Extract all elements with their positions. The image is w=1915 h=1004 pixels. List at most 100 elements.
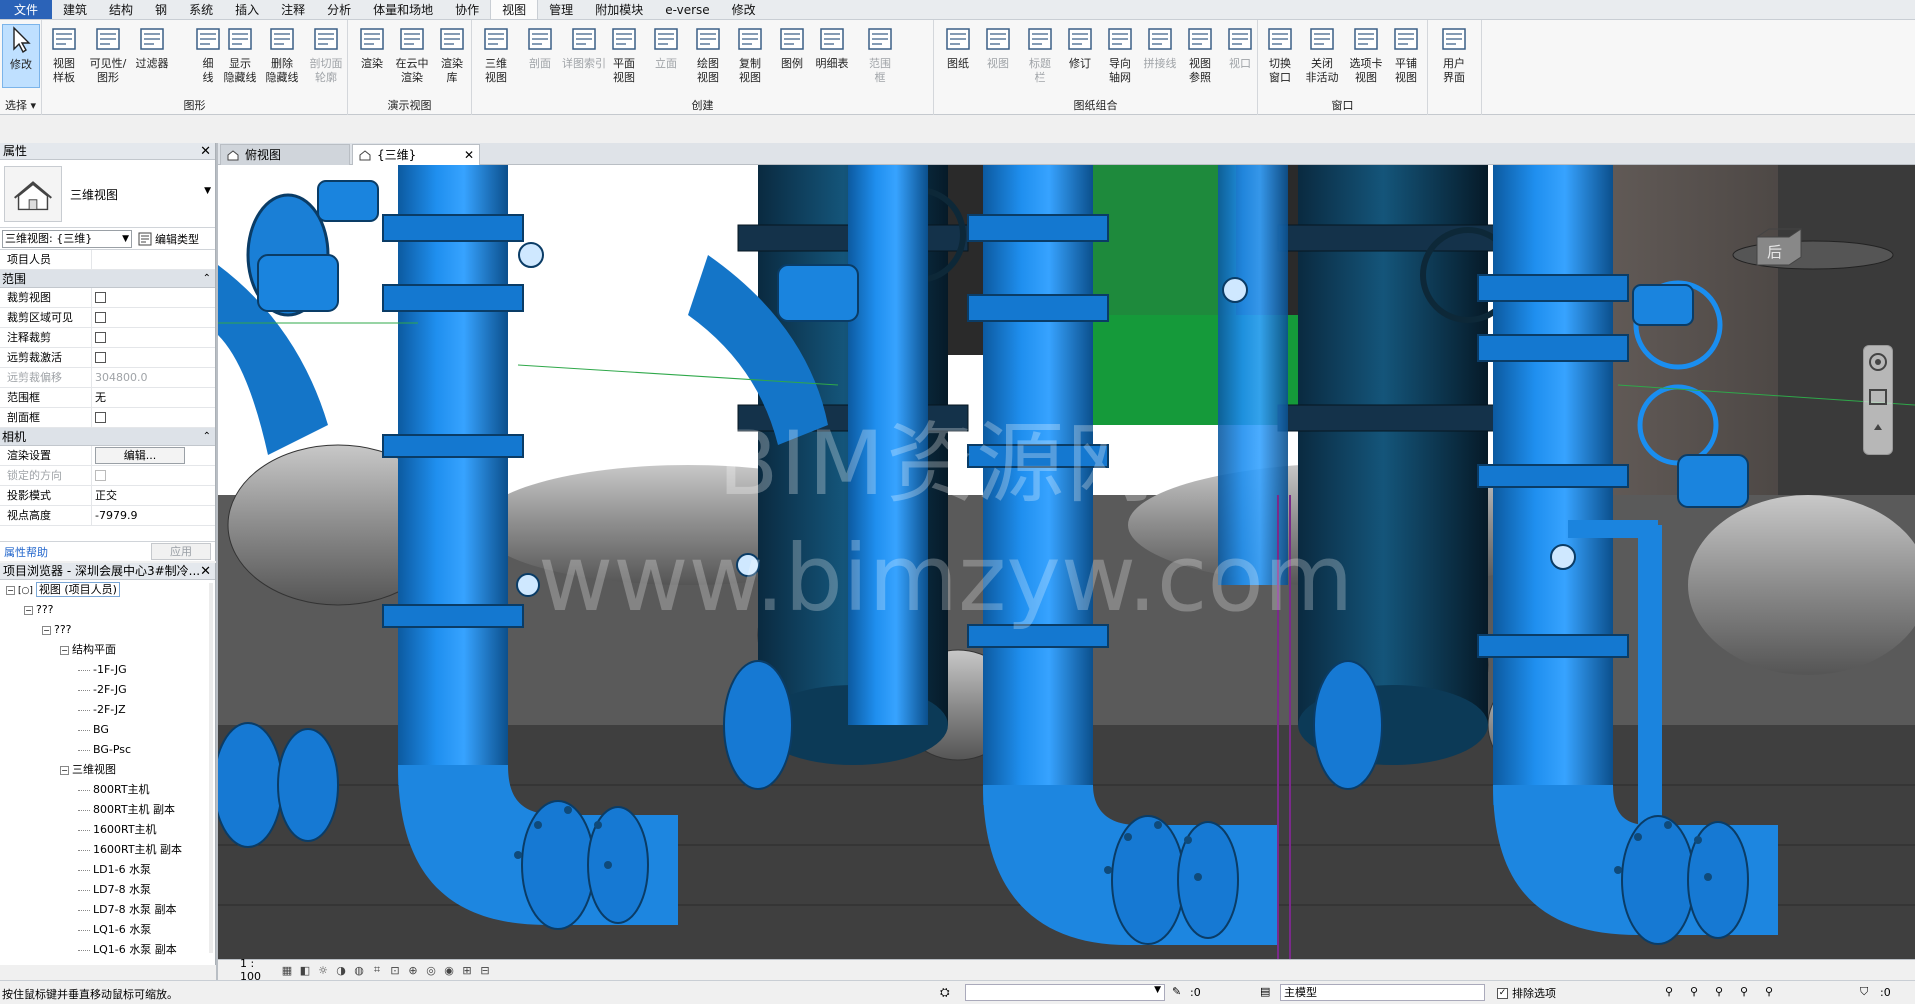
tool-修订[interactable]: 修订	[1058, 24, 1102, 71]
menu-item-分析[interactable]: 分析	[316, 0, 362, 19]
property-checkbox[interactable]	[95, 332, 106, 343]
tree-node[interactable]: LD7-8 水泵 副本	[0, 900, 215, 920]
tool-平铺视图[interactable]: 平铺 视图	[1384, 24, 1428, 85]
close-icon[interactable]: ✕	[464, 145, 474, 165]
tool-拼接线[interactable]: 拼接线	[1138, 24, 1182, 71]
property-row[interactable]: 裁剪区域可见	[0, 308, 215, 328]
tool-在云中渲染[interactable]: 在云中 渲染	[390, 24, 434, 85]
property-value[interactable]: 正交	[92, 486, 215, 505]
select-links-icon[interactable]: ⚲	[1665, 985, 1673, 998]
menu-item-注释[interactable]: 注释	[270, 0, 316, 19]
tree-node[interactable]: −???	[0, 600, 215, 620]
tree-node[interactable]: − [○] 视图 (项目人员)	[0, 580, 215, 600]
tree-node[interactable]: -2F-JG	[0, 680, 215, 700]
tool-用户界面[interactable]: 用户 界面	[1432, 24, 1476, 85]
property-value[interactable]	[92, 288, 215, 307]
property-checkbox[interactable]	[95, 352, 106, 363]
menu-item-协作[interactable]: 协作	[444, 0, 490, 19]
tool-剖面[interactable]: 剖面	[518, 24, 562, 71]
exclude-checkbox[interactable]: ✓	[1497, 987, 1508, 999]
tree-node[interactable]: 1600RT主机	[0, 820, 215, 840]
property-row[interactable]: 裁剪视图	[0, 288, 215, 308]
collapse-toggle-icon[interactable]: −	[24, 605, 33, 615]
tree-node[interactable]: 1600RT主机 副本	[0, 840, 215, 860]
shadows-icon[interactable]: ◑	[332, 964, 350, 977]
collapse-icon[interactable]: ⌃	[203, 428, 211, 446]
tool-渲染库[interactable]: 渲染 库	[430, 24, 474, 85]
tool-范围框[interactable]: 范围 框	[858, 24, 902, 85]
sun-path-icon[interactable]: ☼	[314, 964, 332, 977]
tool-视图样板[interactable]: 视图 样板	[42, 24, 86, 85]
tool-图纸[interactable]: 图纸	[936, 24, 980, 71]
lock-3d-icon[interactable]: ⊕	[404, 964, 422, 977]
property-checkbox[interactable]	[95, 412, 106, 423]
browser-scrollbar[interactable]	[209, 583, 213, 953]
property-section-header[interactable]: 相机 ⌃	[0, 428, 215, 446]
property-value[interactable]	[92, 348, 215, 367]
viewcube[interactable]: 后	[1749, 227, 1813, 267]
navigation-bar[interactable]	[1863, 345, 1893, 455]
apply-button[interactable]: 应用	[151, 543, 211, 560]
tool-详图索引[interactable]: 详图索引	[562, 24, 606, 71]
tree-node[interactable]: LQ1-6 水泵 副本	[0, 940, 215, 960]
property-checkbox[interactable]	[95, 470, 106, 481]
editable-icon[interactable]: ✎	[1172, 985, 1181, 998]
tree-node[interactable]: 800RT主机 副本	[0, 800, 215, 820]
property-checkbox[interactable]	[95, 292, 106, 303]
worksharing-icon[interactable]: ⊞	[458, 964, 476, 977]
reveal-hidden-icon[interactable]: ◉	[440, 964, 458, 977]
property-row[interactable]: 视点高度 -7979.9	[0, 506, 215, 526]
tool-关闭非活动[interactable]: 关闭 非活动	[1300, 24, 1344, 85]
group-label-select[interactable]: 选择 ▾	[0, 97, 41, 113]
property-value[interactable]: 编辑...	[92, 446, 215, 465]
menu-item-e-verse[interactable]: e-verse	[654, 0, 720, 19]
tool-明细表[interactable]: 明细表	[810, 24, 854, 71]
collapse-toggle-icon[interactable]: −	[60, 765, 69, 775]
menu-item-钢[interactable]: 钢	[144, 0, 178, 19]
property-row[interactable]: 剖面框	[0, 408, 215, 428]
tree-node[interactable]: -1F-JG	[0, 660, 215, 680]
menu-item-体量和场地[interactable]: 体量和场地	[362, 0, 444, 19]
tool-立面[interactable]: 立面	[644, 24, 688, 71]
menu-item-视图[interactable]: 视图	[490, 0, 539, 19]
menu-item-结构[interactable]: 结构	[98, 0, 144, 19]
tree-node[interactable]: 800RT主机	[0, 780, 215, 800]
property-row[interactable]: 范围框无	[0, 388, 215, 408]
tree-node[interactable]: BG	[0, 720, 215, 740]
render-icon[interactable]: ◍	[350, 964, 368, 977]
property-value[interactable]: 无	[92, 388, 215, 407]
tool-选项卡视图[interactable]: 选项卡 视图	[1344, 24, 1388, 85]
properties-help-link[interactable]: 属性帮助	[4, 544, 48, 560]
tree-node[interactable]: −???	[0, 620, 215, 640]
tree-node[interactable]: -2F-JZ	[0, 700, 215, 720]
property-row[interactable]: 渲染设置 编辑...	[0, 446, 215, 466]
design-options-icon[interactable]: ▤	[1260, 985, 1270, 998]
menu-item-修改[interactable]: 修改	[721, 0, 767, 19]
tool-渲染[interactable]: 渲染	[350, 24, 394, 71]
crop-region-icon[interactable]: ⊡	[386, 964, 404, 977]
tool-剖切面轮廓[interactable]: 剖切面 轮廓	[304, 24, 348, 85]
tool-导向轴网[interactable]: 导向 轴网	[1098, 24, 1142, 85]
workset-selector[interactable]: ▼	[965, 984, 1165, 1001]
temp-hide-icon[interactable]: ◎	[422, 964, 440, 977]
tool-切换窗口[interactable]: 切换 窗口	[1258, 24, 1302, 85]
tool-三维视图[interactable]: 三维 视图	[474, 24, 518, 85]
tree-node[interactable]: LD7-8 水泵	[0, 880, 215, 900]
modify-button[interactable]: 修改	[2, 24, 40, 88]
tool-复制视图[interactable]: 复制 视图	[728, 24, 772, 85]
edit-type-button[interactable]: 编辑类型	[138, 231, 199, 247]
drag-elements-icon[interactable]: ⚲	[1765, 985, 1773, 998]
collapse-toggle-icon[interactable]: −	[42, 625, 51, 635]
tool-显示隐藏线[interactable]: 显示 隐藏线	[218, 24, 262, 85]
instance-selector[interactable]: 三维视图: {三维} ▼	[2, 229, 132, 248]
property-row[interactable]: 投影模式 正交	[0, 486, 215, 506]
edit-render-settings-button[interactable]: 编辑...	[95, 447, 185, 464]
collapse-icon[interactable]: ⌃	[203, 270, 211, 288]
menu-item-附加模块[interactable]: 附加模块	[584, 0, 654, 19]
menu-item-管理[interactable]: 管理	[538, 0, 584, 19]
select-by-face-icon[interactable]: ⚲	[1740, 985, 1748, 998]
type-selector[interactable]: 三维视图 ▼	[0, 160, 215, 228]
tab-view-0[interactable]: 俯视图	[220, 144, 350, 165]
tool-删除隐藏线[interactable]: 删除 隐藏线	[260, 24, 304, 85]
exclude-options[interactable]: ✓ 排除选项	[1497, 985, 1556, 1001]
